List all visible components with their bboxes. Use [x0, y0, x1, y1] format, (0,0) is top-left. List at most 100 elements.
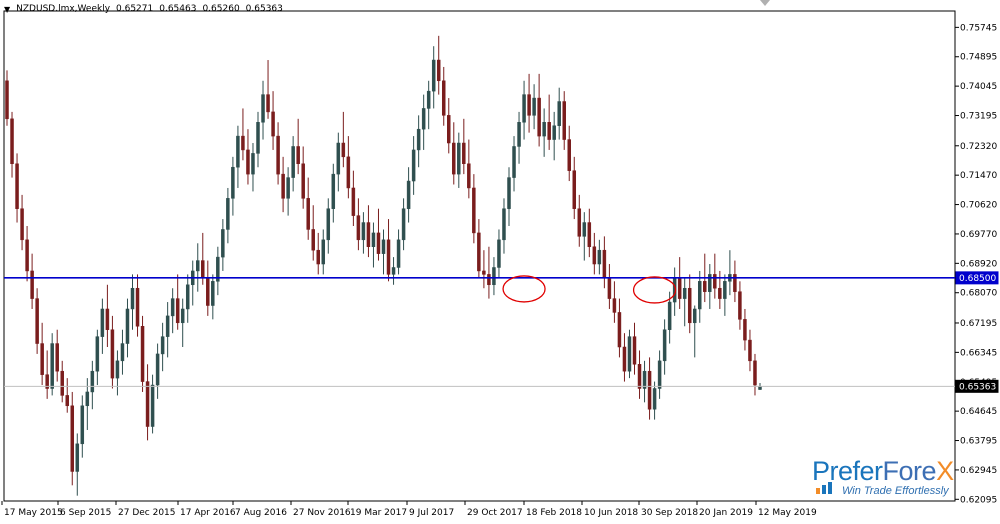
- candle: [692, 305, 697, 358]
- candle: [155, 343, 160, 399]
- candle: [5, 70, 9, 126]
- candle-body: [748, 339, 752, 362]
- candle-body: [507, 177, 511, 209]
- candle-body: [567, 139, 571, 171]
- candle: [336, 132, 341, 192]
- candle: [512, 136, 516, 192]
- candle-body: [416, 128, 421, 151]
- candle-body: [718, 287, 722, 299]
- candle-body: [180, 308, 185, 324]
- candle-body: [487, 274, 491, 286]
- candle: [738, 281, 742, 330]
- candle-body: [552, 125, 556, 140]
- candle: [401, 198, 406, 251]
- candle-body: [652, 388, 657, 410]
- candle: [75, 433, 80, 496]
- candle-body: [261, 94, 265, 123]
- candle-body: [311, 229, 315, 251]
- y-tick-label: 0.74895: [960, 53, 997, 63]
- candle: [120, 329, 125, 375]
- candle-body: [607, 277, 612, 299]
- candle-body: [396, 239, 401, 268]
- candle-body: [703, 281, 707, 292]
- candle-body: [441, 80, 446, 116]
- candle: [185, 274, 190, 323]
- candle-body: [306, 198, 310, 230]
- candle: [276, 122, 280, 185]
- candle: [170, 288, 175, 334]
- candle: [572, 156, 577, 220]
- candle: [326, 198, 331, 254]
- candle: [241, 108, 245, 161]
- candle: [211, 274, 215, 320]
- candle: [497, 229, 501, 278]
- candle: [256, 111, 260, 168]
- y-tick-label: 0.64645: [960, 407, 997, 417]
- support-touch-circle: [632, 276, 677, 304]
- candle-body: [105, 308, 110, 330]
- candle-body: [426, 90, 431, 109]
- candle-body: [492, 267, 496, 286]
- candle: [622, 333, 627, 382]
- candle-body: [241, 135, 245, 151]
- candle: [110, 315, 115, 389]
- candle: [457, 132, 461, 188]
- candle-body: [55, 343, 59, 372]
- candle-body: [5, 80, 9, 120]
- candle-body: [30, 270, 34, 299]
- current-price-box: 0.65363: [955, 379, 999, 393]
- candle: [607, 264, 612, 309]
- candle-body: [687, 287, 692, 324]
- candle-body: [175, 298, 180, 324]
- candle-body: [296, 146, 300, 165]
- candle: [441, 66, 446, 126]
- candle-body: [376, 232, 381, 254]
- candle: [165, 302, 170, 358]
- candle: [582, 212, 587, 261]
- candle-body: [336, 142, 341, 175]
- candle: [80, 395, 85, 458]
- candle-body: [502, 208, 506, 241]
- candle-body: [211, 281, 215, 306]
- candle: [406, 167, 411, 223]
- candle: [306, 177, 310, 240]
- candle: [577, 194, 582, 247]
- candle: [517, 111, 521, 164]
- candle-body: [753, 360, 757, 386]
- candle: [718, 270, 722, 309]
- candle: [592, 232, 597, 275]
- candle: [597, 239, 602, 275]
- candle: [386, 219, 391, 282]
- candle-body: [346, 156, 351, 189]
- candle: [286, 167, 290, 216]
- candle-body: [75, 443, 80, 472]
- candle: [698, 270, 702, 323]
- candle: [542, 108, 546, 157]
- candle-body: [321, 239, 326, 265]
- y-tick-label: 0.67195: [960, 319, 997, 329]
- candle-body: [547, 122, 551, 140]
- candle-body: [708, 274, 712, 292]
- candle: [371, 222, 376, 268]
- candle-body: [65, 395, 69, 407]
- candle-body: [447, 115, 451, 144]
- candle: [682, 277, 687, 327]
- candle: [547, 94, 551, 150]
- candle-body: [10, 118, 14, 165]
- candle: [135, 274, 140, 337]
- candle: [602, 236, 607, 289]
- candle-body: [537, 97, 541, 137]
- preferforex-logo: PreferForeX Win Trade Effortlessly: [812, 456, 992, 500]
- y-tick-label: 0.73195: [960, 112, 997, 122]
- candle-body: [527, 94, 531, 116]
- candle: [311, 205, 315, 261]
- candle: [281, 156, 285, 213]
- candle-body: [667, 301, 672, 330]
- candle: [733, 260, 737, 303]
- candle-body: [627, 336, 632, 372]
- candle-body: [281, 173, 285, 199]
- candle: [246, 129, 250, 185]
- candle: [492, 257, 496, 296]
- candle-body: [572, 170, 577, 209]
- candle-body: [472, 187, 476, 234]
